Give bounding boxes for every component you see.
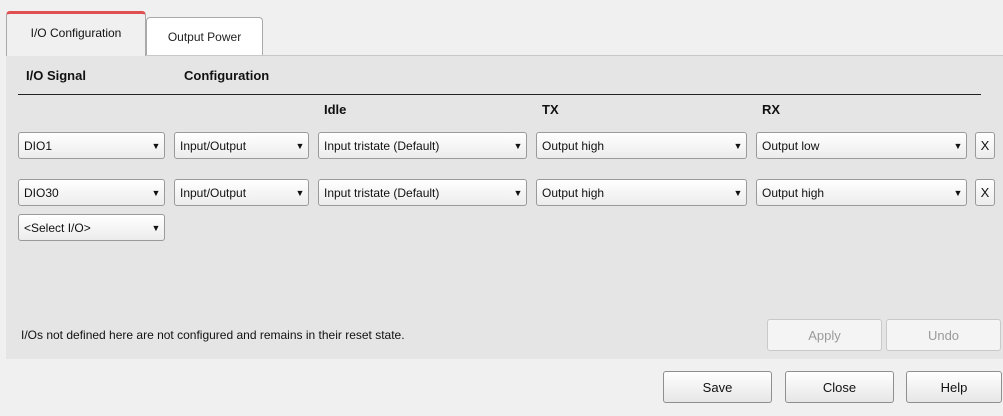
chevron-down-icon: ▼ — [295, 187, 305, 198]
tab-io-configuration-label: I/O Configuration — [30, 26, 122, 40]
tab-output-power-label: Output Power — [167, 30, 242, 44]
save-button[interactable]: Save — [663, 371, 772, 403]
chevron-down-icon: ▼ — [733, 140, 743, 151]
io-configuration-panel: I/O Signal Configuration Idle TX RX DIO1… — [6, 55, 1003, 359]
header-rx: RX — [762, 102, 781, 117]
add-io-select[interactable]: <Select I/O> ▼ — [18, 214, 165, 241]
add-io-select-value: <Select I/O> — [24, 220, 91, 235]
header-idle: Idle — [324, 102, 347, 117]
tx-select-row-2[interactable]: Output high ▼ — [536, 179, 747, 206]
config-select-row-1[interactable]: Input/Output ▼ — [174, 132, 309, 159]
tab-strip: I/O Configuration Output Power — [0, 0, 1003, 56]
tab-output-power[interactable]: Output Power — [146, 17, 263, 56]
idle-select-row-2[interactable]: Input tristate (Default) ▼ — [318, 179, 527, 206]
header-configuration: Configuration — [184, 68, 270, 83]
chevron-down-icon: ▼ — [513, 187, 523, 198]
config-select-row-2[interactable]: Input/Output ▼ — [174, 179, 309, 206]
idle-select-row-1[interactable]: Input tristate (Default) ▼ — [318, 132, 527, 159]
rx-select-value: Output low — [762, 138, 820, 153]
tab-io-configuration[interactable]: I/O Configuration — [6, 11, 146, 56]
rx-select-value: Output high — [762, 185, 825, 200]
chevron-down-icon: ▼ — [151, 187, 161, 198]
rx-select-row-1[interactable]: Output low ▼ — [756, 132, 967, 159]
chevron-down-icon: ▼ — [953, 140, 963, 151]
help-button[interactable]: Help — [906, 371, 1002, 403]
remove-row-2-button[interactable]: X — [975, 179, 995, 206]
header-divider — [18, 94, 981, 95]
header-tx: TX — [542, 102, 559, 117]
config-select-value: Input/Output — [180, 138, 247, 153]
chevron-down-icon: ▼ — [733, 187, 743, 198]
close-button[interactable]: Close — [785, 371, 894, 403]
reset-state-note: I/Os not defined here are not configured… — [21, 328, 405, 342]
signal-select-row-1[interactable]: DIO1 ▼ — [18, 132, 165, 159]
rx-select-row-2[interactable]: Output high ▼ — [756, 179, 967, 206]
dialog-button-bar: Save Close Help — [0, 359, 1003, 416]
tx-select-value: Output high — [542, 185, 605, 200]
config-select-value: Input/Output — [180, 185, 247, 200]
remove-row-1-button[interactable]: X — [975, 132, 995, 159]
signal-select-value: DIO30 — [24, 185, 59, 200]
idle-select-value: Input tristate (Default) — [324, 185, 440, 200]
apply-button[interactable]: Apply — [767, 319, 882, 351]
undo-button[interactable]: Undo — [886, 319, 1001, 351]
chevron-down-icon: ▼ — [295, 140, 305, 151]
signal-select-value: DIO1 — [24, 138, 53, 153]
tx-select-value: Output high — [542, 138, 605, 153]
signal-select-row-2[interactable]: DIO30 ▼ — [18, 179, 165, 206]
chevron-down-icon: ▼ — [513, 140, 523, 151]
chevron-down-icon: ▼ — [151, 222, 161, 233]
chevron-down-icon: ▼ — [151, 140, 161, 151]
idle-select-value: Input tristate (Default) — [324, 138, 440, 153]
chevron-down-icon: ▼ — [953, 187, 963, 198]
header-io-signal: I/O Signal — [26, 68, 86, 83]
tx-select-row-1[interactable]: Output high ▼ — [536, 132, 747, 159]
